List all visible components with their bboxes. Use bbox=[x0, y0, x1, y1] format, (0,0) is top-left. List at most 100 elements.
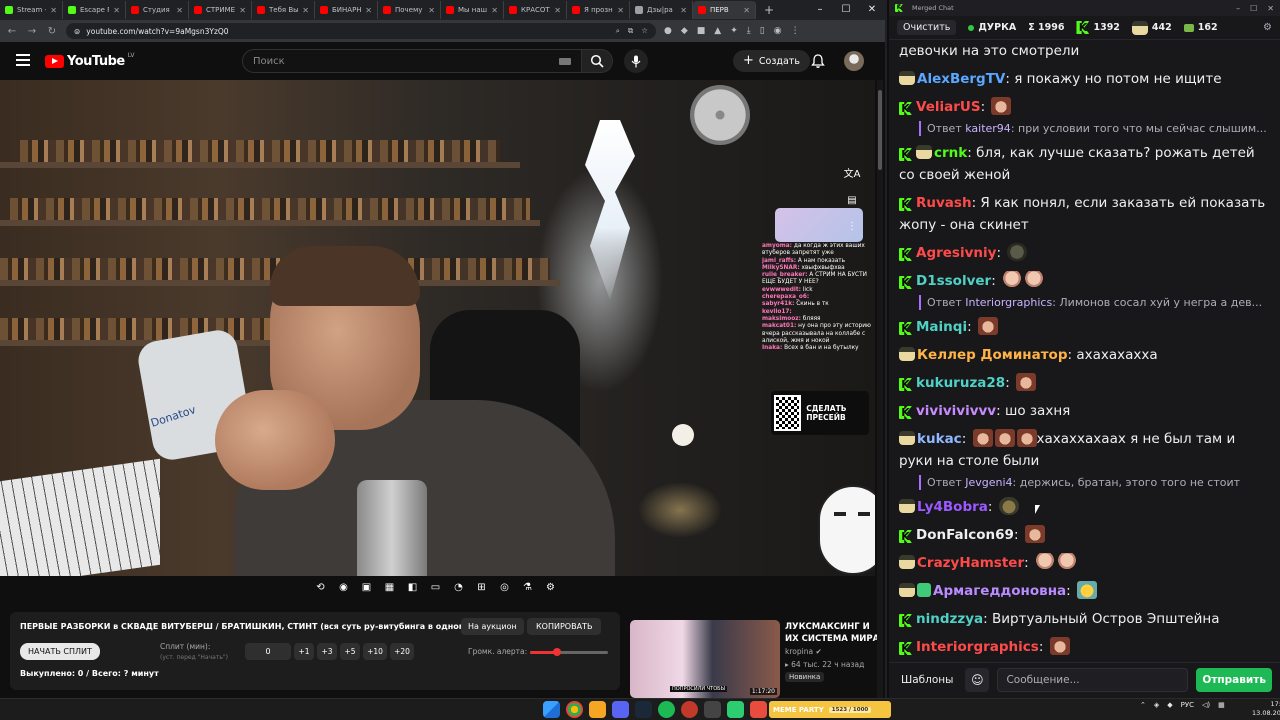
maximize-icon[interactable]: ☐ bbox=[1250, 4, 1257, 13]
taskbar-clock[interactable]: 17:27 13.08.2026 bbox=[1252, 700, 1280, 718]
picture-in-picture-icon[interactable]: ◧ bbox=[405, 580, 420, 595]
close-tab-icon[interactable]: ✕ bbox=[428, 6, 435, 15]
chat-nick[interactable]: VeliarUS bbox=[916, 99, 981, 115]
close-tab-icon[interactable]: ✕ bbox=[617, 6, 624, 15]
recommended-channel-name[interactable]: kropina ✔ bbox=[785, 647, 822, 656]
browser-tab[interactable]: КРАСОТА ✕ bbox=[504, 1, 567, 19]
chat-nick[interactable]: Mainqi bbox=[916, 319, 967, 335]
filter-icon[interactable]: ▣ bbox=[359, 580, 374, 595]
youtube-logo[interactable]: YouTube LV bbox=[45, 52, 135, 69]
increment-button[interactable]: +1 bbox=[294, 643, 314, 660]
hamburger-menu-icon[interactable] bbox=[16, 54, 30, 66]
maximize-icon[interactable]: ☐ bbox=[833, 0, 859, 20]
browser-tab[interactable]: Студия к ✕ bbox=[126, 1, 189, 19]
close-icon[interactable]: ✕ bbox=[859, 0, 885, 20]
address-bar[interactable]: ⊜ youtube.com/watch?v=9aMgsn3YzQ0 ⌕ ⧉ ☆ bbox=[66, 23, 656, 39]
chat-nick[interactable]: Ly4Bobra bbox=[917, 499, 988, 515]
chat-nick[interactable]: vivivivivvv bbox=[916, 403, 996, 419]
screenshot-icon[interactable]: ◎ bbox=[497, 580, 512, 595]
chat-nick[interactable]: CrazyHamster bbox=[917, 555, 1024, 571]
sidebar-icon[interactable]: ▯ bbox=[760, 26, 765, 36]
meme-party-widget[interactable]: MEME PARTY 1523 / 1000 bbox=[769, 701, 891, 718]
close-tab-icon[interactable]: ✕ bbox=[176, 6, 183, 15]
browser-tab[interactable]: Почему У ✕ bbox=[378, 1, 441, 19]
subtitles-icon[interactable]: ▤ bbox=[841, 191, 863, 211]
close-tab-icon[interactable]: ✕ bbox=[239, 6, 246, 15]
increment-button[interactable]: +20 bbox=[390, 643, 414, 660]
chat-nick[interactable]: Interiorgraphics bbox=[916, 639, 1039, 655]
send-button[interactable]: Отправить bbox=[1196, 667, 1272, 692]
close-tab-icon[interactable]: ✕ bbox=[302, 6, 309, 15]
keyboard-icon[interactable] bbox=[559, 57, 571, 65]
browser-tab[interactable]: Мы наши✕ bbox=[441, 1, 504, 19]
browser-tab[interactable]: Я прознал ✕ bbox=[567, 1, 630, 19]
video-player[interactable]: Donatov amyoma: да когда ж этих ваших вт… bbox=[0, 80, 875, 576]
templates-button[interactable]: Шаблоны bbox=[897, 670, 957, 690]
theater-icon[interactable]: ▭ bbox=[428, 580, 443, 595]
bookmark-star-icon[interactable]: ☆ bbox=[641, 26, 648, 36]
browser-tab[interactable]: СТРИМЕ ✕ bbox=[189, 1, 252, 19]
scrollbar-thumb[interactable] bbox=[878, 90, 882, 170]
back-icon[interactable]: ← bbox=[6, 26, 18, 37]
tray-expand-icon[interactable]: ⌃ bbox=[1140, 701, 1146, 709]
minimize-icon[interactable]: – bbox=[1236, 4, 1240, 13]
volume-icon[interactable]: ◁) bbox=[1202, 701, 1210, 709]
browser-tab[interactable]: ПЕРВ ✕ bbox=[693, 1, 756, 19]
clear-button[interactable]: Очистить bbox=[897, 20, 957, 35]
app-icon[interactable] bbox=[750, 701, 767, 718]
steam-icon[interactable] bbox=[635, 701, 652, 718]
add-screen-icon[interactable]: ⊞ bbox=[474, 580, 489, 595]
auction-button[interactable]: На аукцион bbox=[461, 618, 524, 635]
tray-app-icon[interactable]: ◆ bbox=[1167, 701, 1172, 709]
increment-button[interactable]: +3 bbox=[317, 643, 337, 660]
browser-tab[interactable]: БИНАРНА✕ bbox=[315, 1, 378, 19]
extension-icon[interactable]: ● bbox=[664, 26, 672, 36]
kebab-menu-icon[interactable]: ⋮ bbox=[791, 26, 800, 36]
chat-message-input[interactable]: Сообщение... bbox=[997, 667, 1189, 692]
puzzle-icon[interactable]: ✦ bbox=[730, 26, 738, 36]
account-avatar[interactable] bbox=[844, 51, 864, 71]
reload-icon[interactable]: ↻ bbox=[46, 26, 58, 37]
language-indicator[interactable]: РУС bbox=[1181, 701, 1194, 709]
chat-nick[interactable]: DonFalcon69 bbox=[916, 527, 1014, 543]
close-tab-icon[interactable]: ✕ bbox=[680, 6, 687, 15]
more-options-icon[interactable]: ⋮ bbox=[841, 217, 863, 237]
recommended-video-title[interactable]: ЛУКСМАКСИНГ И ИХ СИСТЕМА МИРА bbox=[785, 621, 880, 645]
search-input[interactable]: Поиск bbox=[242, 49, 582, 73]
chat-nick[interactable]: D1ssolver bbox=[916, 273, 991, 289]
alert-volume-slider[interactable] bbox=[530, 648, 608, 656]
audio-icon[interactable]: ◉ bbox=[336, 580, 351, 595]
notifications-bell-icon[interactable] bbox=[810, 53, 826, 69]
tray-app-icon[interactable]: ◈ bbox=[1154, 701, 1159, 709]
extension-icon[interactable]: ◆ bbox=[681, 26, 688, 36]
discord-icon[interactable] bbox=[612, 701, 629, 718]
browser-tab[interactable]: Escape Fro ✕ bbox=[63, 1, 126, 19]
chat-nick[interactable]: Ruvash bbox=[916, 195, 972, 211]
app-icon[interactable] bbox=[727, 701, 744, 718]
network-icon[interactable]: ▦ bbox=[1218, 701, 1225, 709]
profile-icon[interactable]: ◉ bbox=[774, 26, 782, 36]
increment-button[interactable]: +10 bbox=[363, 643, 387, 660]
increment-button[interactable]: +5 bbox=[340, 643, 360, 660]
minimize-icon[interactable]: – bbox=[807, 0, 833, 20]
emoji-smile-icon[interactable]: ☺ bbox=[965, 667, 990, 692]
chrome-icon[interactable] bbox=[566, 701, 583, 718]
settings-gear-icon[interactable]: ⚙ bbox=[543, 580, 558, 595]
close-tab-icon[interactable]: ✕ bbox=[365, 6, 372, 15]
chat-nick[interactable]: kukuruza28 bbox=[916, 375, 1005, 391]
loop-icon[interactable]: ⟲ bbox=[313, 580, 328, 595]
site-info-icon[interactable]: ⊜ bbox=[74, 27, 80, 36]
chat-nick[interactable]: kukac bbox=[917, 431, 962, 447]
chat-settings-gear-icon[interactable]: ⚙ bbox=[1263, 22, 1272, 33]
search-button[interactable] bbox=[581, 49, 613, 73]
chat-nick[interactable]: Agresivniy bbox=[916, 245, 996, 261]
close-tab-icon[interactable]: ✕ bbox=[50, 6, 57, 15]
close-tab-icon[interactable]: ✕ bbox=[491, 6, 498, 15]
download-icon[interactable]: ⤓ bbox=[747, 26, 751, 36]
start-split-button[interactable]: НАЧАТЬ СПЛИТ bbox=[20, 643, 100, 660]
install-icon[interactable]: ⧉ bbox=[628, 26, 633, 36]
alert-volume-thumb[interactable] bbox=[553, 648, 562, 656]
obs-icon[interactable] bbox=[704, 701, 721, 718]
folder-icon[interactable] bbox=[589, 701, 606, 718]
page-scrollbar[interactable] bbox=[877, 80, 883, 698]
